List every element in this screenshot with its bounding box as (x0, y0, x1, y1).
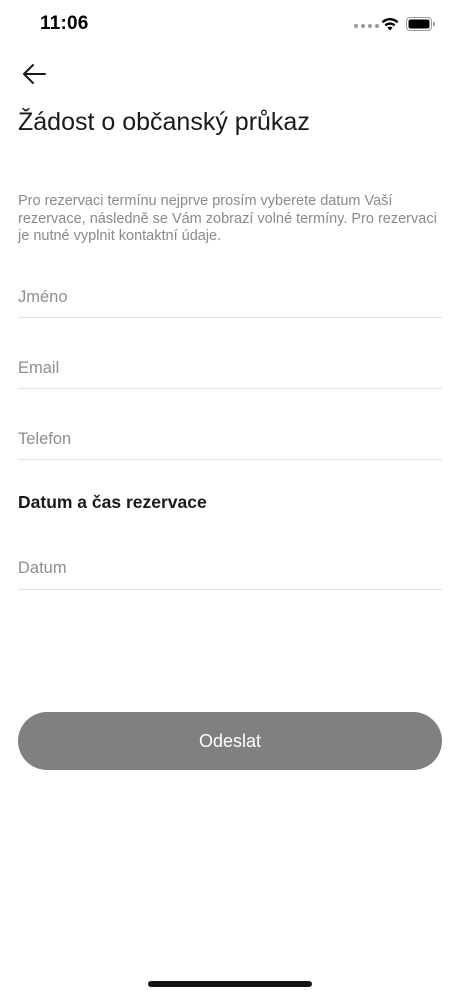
status-bar: 11:06 (0, 0, 460, 50)
wifi-icon (381, 17, 399, 31)
signal-dots-icon (354, 24, 379, 28)
date-input[interactable] (18, 548, 442, 590)
home-indicator (148, 981, 312, 987)
email-input[interactable] (18, 349, 442, 389)
reservation-heading: Datum a čas rezervace (18, 492, 207, 512)
battery-icon (406, 17, 435, 31)
reservation-screen: 11:06 Žádost o občanský průkaz Pro rezer… (0, 0, 460, 996)
page-title: Žádost o občanský průkaz (18, 108, 310, 136)
phone-input[interactable] (18, 420, 442, 460)
name-input[interactable] (18, 278, 442, 318)
submit-button[interactable]: Odeslat (18, 712, 442, 770)
back-arrow-icon[interactable] (18, 60, 50, 88)
status-time: 11:06 (40, 13, 89, 34)
intro-text: Pro rezervaci termínu nejprve prosím vyb… (18, 193, 437, 244)
